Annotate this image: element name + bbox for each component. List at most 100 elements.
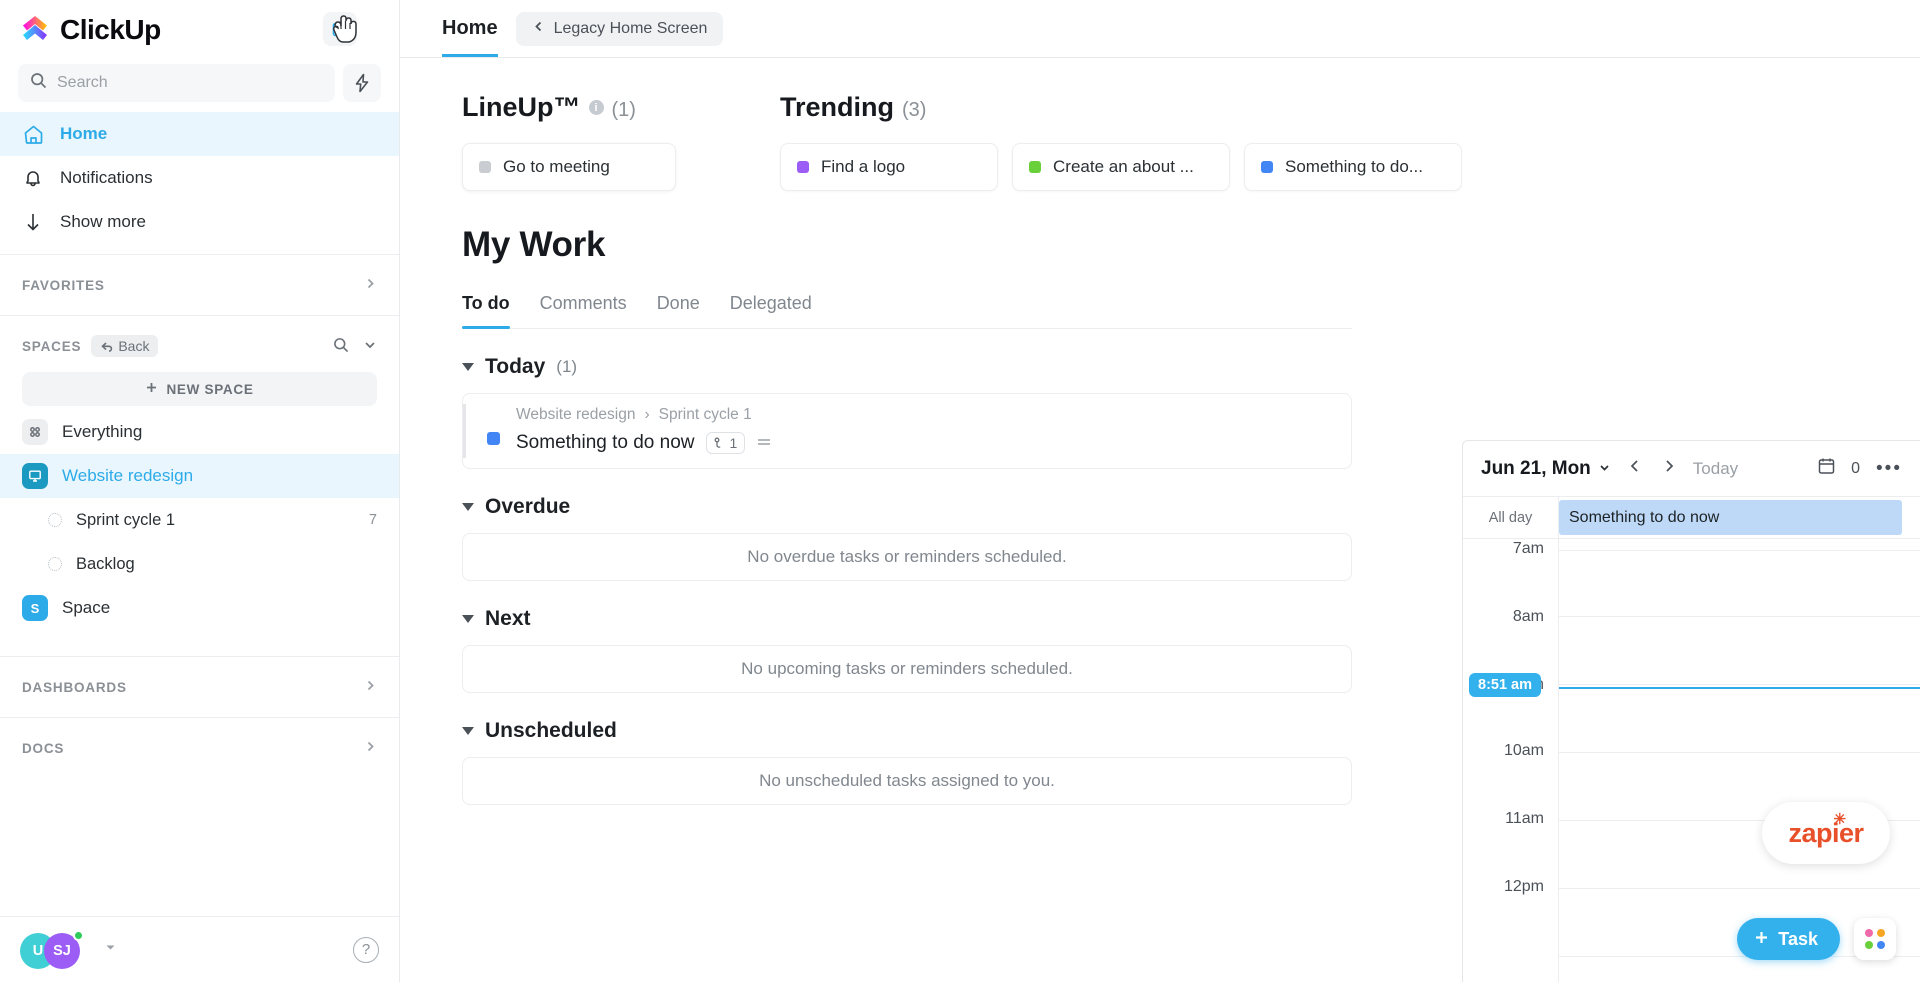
lightning-bolt-icon[interactable] (343, 64, 381, 102)
calendar-time-grid[interactable]: 7am 8am 9am 10am 11am 12pm 8:51 am (1463, 539, 1920, 982)
sidebar-item-home[interactable]: Home (0, 112, 399, 156)
empty-state: No upcoming tasks or reminders scheduled… (462, 645, 1352, 693)
hour-label: 7am (1512, 540, 1544, 557)
task-color-swatch (797, 161, 809, 173)
search-input[interactable]: Search (18, 64, 335, 102)
lineup-card[interactable]: Go to meeting (455, 136, 683, 198)
sidebar-item-show-more[interactable]: Show more (0, 200, 399, 244)
calendar-header: Jun 21, Mon Today 0 ••• (1463, 441, 1920, 497)
center-column: LineUp™ i (1) Go to meeting Trending (3) (400, 58, 1462, 982)
trending-count: (3) (902, 99, 927, 121)
hour-slot[interactable] (1559, 617, 1920, 685)
caret-down-icon[interactable] (462, 727, 474, 735)
calendar-panel: Jun 21, Mon Today 0 ••• All day Somethin… (1462, 440, 1920, 982)
trending-card[interactable]: Find a logo (780, 143, 998, 191)
space-label: Website redesign (62, 466, 194, 485)
sidebar-space-website-redesign[interactable]: Website redesign (0, 454, 399, 498)
hour-slot[interactable] (1559, 539, 1920, 551)
chevron-right-icon[interactable] (364, 277, 377, 293)
tab-comments[interactable]: Comments (540, 293, 627, 328)
divider (0, 254, 399, 255)
trending-card[interactable]: Create an about ... (1012, 143, 1230, 191)
tab-home[interactable]: Home (442, 0, 498, 57)
group-header[interactable]: Today (1) (462, 355, 1352, 379)
breadcrumb-space[interactable]: Website redesign (516, 406, 635, 424)
chevron-down-icon[interactable] (104, 941, 117, 959)
spaces-back-button[interactable]: Back (91, 335, 159, 357)
tab-done[interactable]: Done (657, 293, 700, 328)
help-icon[interactable]: ? (353, 936, 379, 963)
calendar-date-selector[interactable]: Jun 21, Mon (1481, 458, 1611, 480)
list-status-icon (48, 513, 62, 527)
task-color-swatch (487, 432, 500, 445)
home-icon (22, 124, 44, 145)
chevron-down-icon[interactable] (363, 338, 377, 355)
calendar-icon[interactable] (1818, 457, 1835, 480)
presence-indicator (73, 929, 84, 941)
calendar-slots[interactable] (1559, 539, 1920, 982)
calendar-today-button[interactable]: Today (1693, 459, 1738, 479)
all-day-label: All day (1463, 497, 1559, 538)
legacy-label: Legacy Home Screen (553, 19, 708, 37)
caret-down-icon[interactable] (462, 503, 474, 511)
subtask-icon[interactable]: 1 (705, 432, 746, 454)
sidebar-list-sprint-cycle-1[interactable]: Sprint cycle 1 7 (0, 498, 399, 542)
breadcrumb-list[interactable]: Sprint cycle 1 (659, 406, 752, 424)
hour-label: 8am (1512, 608, 1544, 625)
chevron-right-icon[interactable] (364, 740, 377, 756)
sidebar-space-everything[interactable]: Everything (0, 410, 399, 454)
chevron-left-icon (532, 20, 545, 38)
topbar: Home Legacy Home Screen (400, 0, 1920, 58)
group-header[interactable]: Unscheduled (462, 719, 1352, 743)
group-title: Next (485, 607, 531, 630)
search-icon[interactable] (333, 337, 349, 356)
zapier-badge[interactable]: zapier ✳ (1762, 802, 1890, 864)
sidebar-section-favorites[interactable]: FAVORITES (0, 265, 399, 305)
apps-grid-icon[interactable] (1854, 918, 1896, 960)
chevron-right-icon[interactable] (364, 679, 377, 695)
list-count: 7 (368, 512, 377, 528)
caret-down-icon[interactable] (462, 363, 474, 371)
divider (0, 656, 399, 657)
tab-to-do[interactable]: To do (462, 293, 510, 329)
content: LineUp™ i (1) Go to meeting Trending (3) (400, 58, 1920, 982)
calendar-next-button[interactable] (1659, 457, 1679, 480)
hour-slot[interactable] (1559, 685, 1920, 753)
calendar-prev-button[interactable] (1625, 457, 1645, 480)
caret-down-icon[interactable] (462, 615, 474, 623)
lineup-widget: LineUp™ i (1) Go to meeting (400, 92, 762, 198)
group-header[interactable]: Overdue (462, 495, 1352, 519)
sidebar-list-backlog[interactable]: Backlog (0, 542, 399, 586)
table-row[interactable]: Website redesign › Sprint cycle 1 Someth… (462, 393, 1352, 469)
group-header[interactable]: Next (462, 607, 1352, 631)
trending-card[interactable]: Something to do... (1244, 143, 1462, 191)
group-today: Today (1) Website redesign › Sprint cycl… (462, 355, 1352, 469)
task-color-swatch (1261, 161, 1273, 173)
group-title: Unscheduled (485, 719, 617, 742)
sidebar-collapse-icon[interactable] (323, 12, 357, 46)
sidebar-item-label: Home (60, 124, 108, 143)
hour-slot[interactable] (1559, 551, 1920, 617)
legacy-home-screen-button[interactable]: Legacy Home Screen (515, 11, 724, 46)
sidebar-section-docs[interactable]: DOCS (0, 728, 399, 768)
new-space-button[interactable]: NEW SPACE (22, 372, 377, 406)
task-name[interactable]: Something to do now (516, 432, 695, 454)
sidebar-footer: U SJ ? (0, 916, 399, 982)
group-count: (1) (556, 357, 578, 376)
sidebar-section-dashboards[interactable]: DASHBOARDS (0, 667, 399, 707)
add-task-button[interactable]: Task (1737, 918, 1840, 960)
sidebar-space-space[interactable]: S Space (0, 586, 399, 630)
calendar-all-day-event[interactable]: Something to do now (1559, 500, 1902, 535)
info-icon[interactable]: i (588, 100, 604, 115)
clickup-logo-icon (20, 15, 50, 45)
tab-delegated[interactable]: Delegated (730, 293, 812, 328)
avatar-group[interactable]: U SJ (20, 929, 98, 971)
docs-label: DOCS (22, 740, 65, 756)
priority-icon[interactable] (756, 433, 772, 453)
hour-label: 10am (1503, 742, 1544, 759)
trending-card-label: Create an about ... (1053, 157, 1194, 176)
sidebar-item-notifications[interactable]: Notifications (0, 156, 399, 200)
sidebar-section-spaces: SPACES Back (0, 326, 399, 366)
more-horizontal-icon[interactable]: ••• (1876, 458, 1902, 480)
calendar-event-count: 0 (1851, 459, 1861, 477)
